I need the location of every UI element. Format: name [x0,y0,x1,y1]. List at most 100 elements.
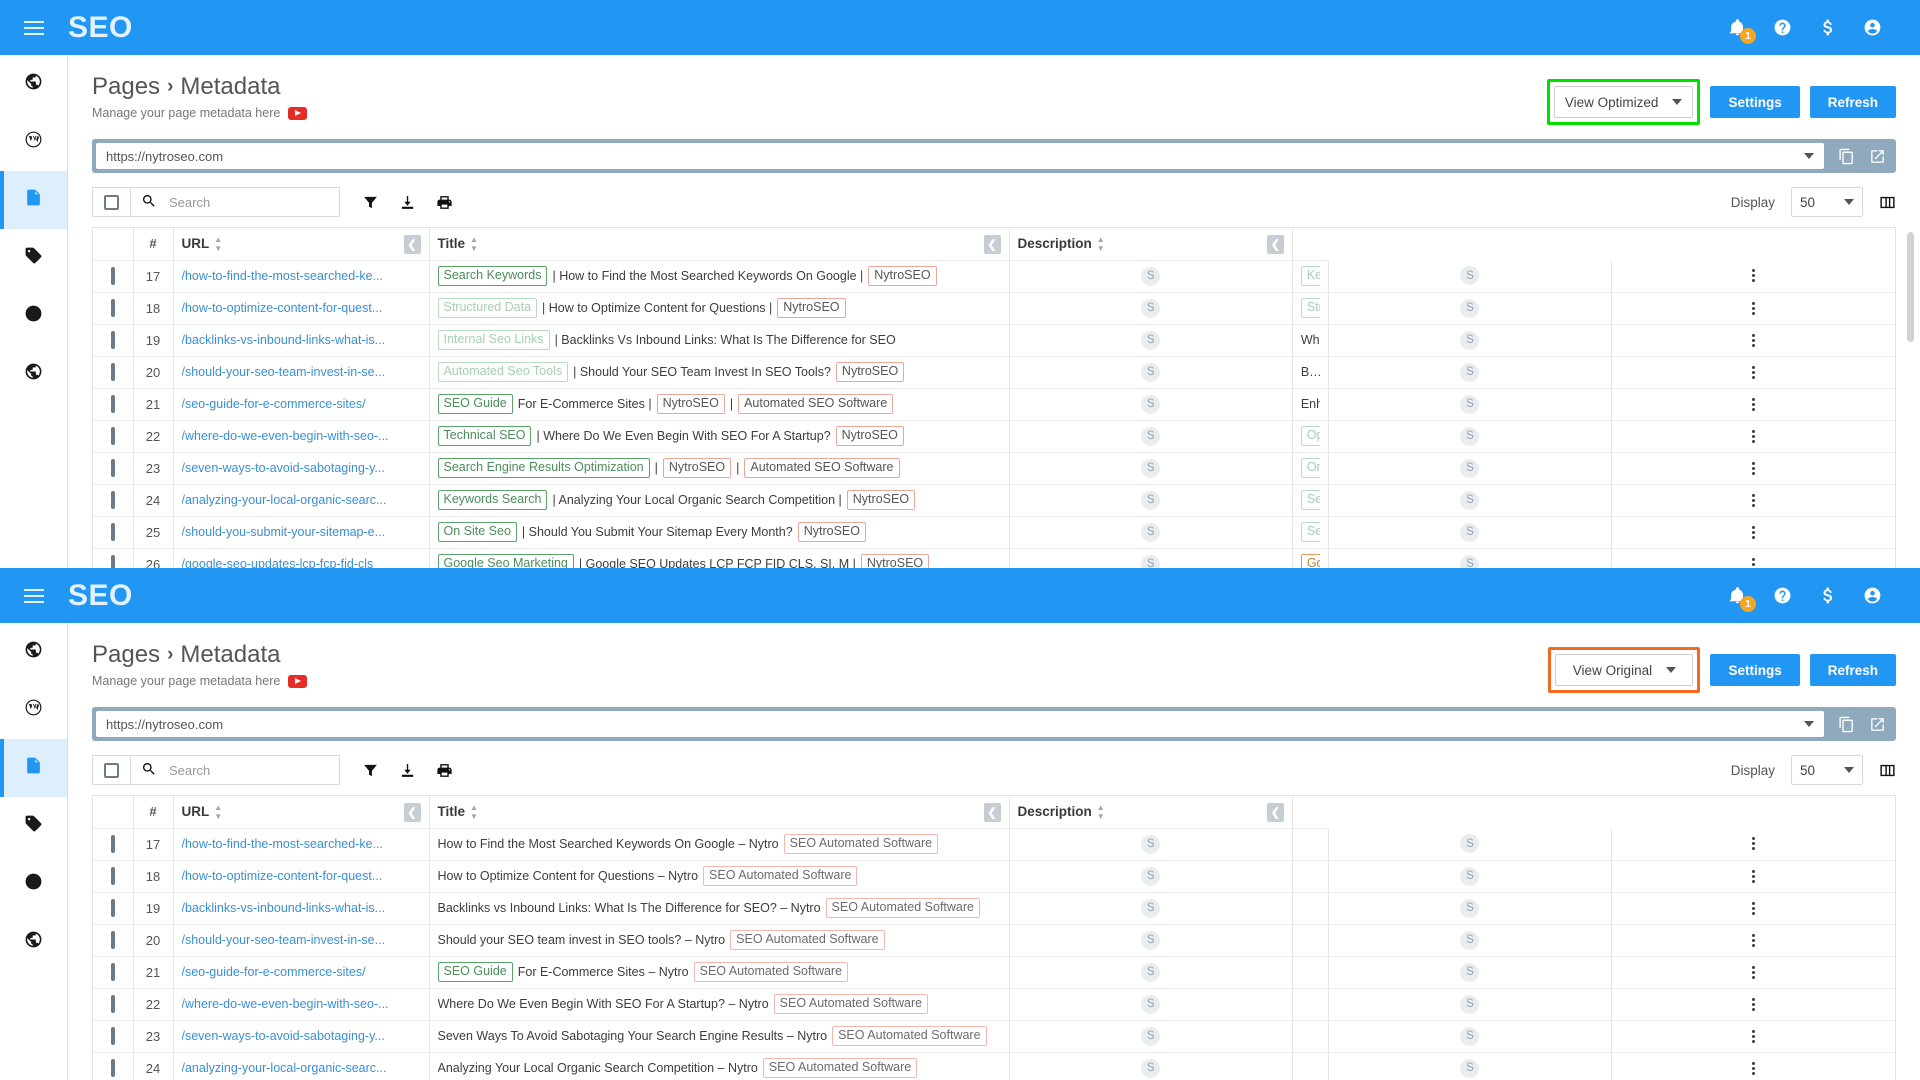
row-checkbox[interactable] [111,491,115,509]
row-description-cell[interactable] [1292,924,1328,956]
print-icon[interactable] [436,762,453,779]
metadata-tag[interactable]: SEO Automated Software [826,898,980,918]
row-description-cell[interactable]: On Page Search| Understand the Importanc… [1292,452,1328,484]
metadata-tag[interactable]: SEO Automated Software [774,994,928,1014]
row-url-cell[interactable]: /backlinks-vs-inbound-links-what-is... [173,892,429,924]
metadata-tag[interactable]: Google Search Engine Optimization [1301,554,1320,568]
metadata-tag[interactable]: SEO Automated Software [832,1026,986,1046]
row-checkbox[interactable] [111,995,115,1013]
row-menu-kebab-icon[interactable] [1612,526,1895,539]
row-actions-cell[interactable] [1612,260,1895,292]
row-title-cell[interactable]: SEO GuideFor E-Commerce Sites – NytroSEO… [429,956,1009,988]
row-select-cell[interactable] [93,924,133,956]
billing-dollar-icon[interactable] [1818,586,1837,605]
row-menu-kebab-icon[interactable] [1612,870,1895,883]
external-link-icon[interactable] [1869,716,1886,733]
collapse-title-column-button[interactable]: ❮ [984,803,1001,822]
row-title-cell[interactable]: Search Engine Results Optimization|Nytro… [429,452,1009,484]
table-row[interactable]: 22/where-do-we-even-begin-with-seo-...Wh… [93,988,1895,1020]
table-search[interactable]: Search [130,187,340,217]
row-title-cell[interactable]: Technical SEO| Where Do We Even Begin Wi… [429,420,1009,452]
row-url-cell[interactable]: /backlinks-vs-inbound-links-what-is... [173,324,429,356]
col-header-description[interactable]: Description▲▼❮ [1009,796,1292,828]
copy-icon[interactable] [1838,716,1855,733]
title-status-cell[interactable]: S [1009,452,1292,484]
metadata-tag[interactable]: Automated Seo Tools [438,362,569,382]
row-url-cell[interactable]: /seo-guide-for-e-commerce-sites/ [173,956,429,988]
row-title-cell[interactable]: Structured Data| How to Optimize Content… [429,292,1009,324]
description-status-cell[interactable]: S [1328,420,1611,452]
refresh-button[interactable]: Refresh [1810,654,1896,686]
col-header-url[interactable]: URL▲▼❮ [173,796,429,828]
row-description-cell[interactable]: What Are Backlinks? Learn About the Impo… [1292,324,1328,356]
row-select-cell[interactable] [93,484,133,516]
row-actions-cell[interactable] [1612,1052,1895,1080]
description-status-cell[interactable]: S [1328,484,1611,516]
help-icon[interactable] [1773,18,1792,37]
row-actions-cell[interactable] [1612,420,1895,452]
table-row[interactable]: 24/analyzing-your-local-organic-searc...… [93,484,1895,516]
url-link[interactable]: /should-you-submit-your-sitemap-e... [182,525,421,539]
row-url-cell[interactable]: /how-to-optimize-content-for-quest... [173,860,429,892]
site-url-select[interactable]: https://nytroseo.com [96,711,1824,737]
notifications-bell-icon[interactable]: 1 [1728,18,1747,37]
row-menu-kebab-icon[interactable] [1612,366,1895,379]
metadata-tag[interactable]: NytroSEO [777,298,845,318]
metadata-tag[interactable]: Structured Data [438,298,538,318]
title-status-cell[interactable]: S [1009,420,1292,452]
sort-arrows-icon[interactable]: ▲▼ [470,804,478,820]
url-link[interactable]: /backlinks-vs-inbound-links-what-is... [182,333,421,347]
row-url-cell[interactable]: /how-to-find-the-most-searched-ke... [173,260,429,292]
print-icon[interactable] [436,194,453,211]
url-link[interactable]: /how-to-optimize-content-for-quest... [182,301,421,315]
table-row[interactable]: 25/should-you-submit-your-sitemap-e...On… [93,516,1895,548]
youtube-play-icon[interactable] [288,107,307,120]
row-actions-cell[interactable] [1612,956,1895,988]
row-description-cell[interactable]: Google Search Engine Optimization| Under… [1292,548,1328,568]
url-link[interactable]: /seven-ways-to-avoid-sabotaging-y... [182,461,421,475]
sidebar-item-globe-top[interactable] [0,623,67,681]
metadata-tag[interactable]: Keywords Search [438,490,548,510]
metadata-tag[interactable]: Technical SEO [438,426,532,446]
row-description-cell[interactable] [1292,892,1328,924]
col-header-description[interactable]: Description▲▼❮ [1009,228,1292,260]
account-icon[interactable] [1863,18,1882,37]
table-row[interactable]: 20/should-your-seo-team-invest-in-se...S… [93,924,1895,956]
title-status-cell[interactable]: S [1009,892,1292,924]
row-checkbox[interactable] [111,331,115,349]
row-actions-cell[interactable] [1612,988,1895,1020]
metadata-tag[interactable]: NytroSEO [861,554,929,568]
row-url-cell[interactable]: /analyzing-your-local-organic-searc... [173,1052,429,1080]
description-status-cell[interactable]: S [1328,988,1611,1020]
title-status-cell[interactable]: S [1009,388,1292,420]
metadata-tag[interactable]: Search Engine Results Optimization [438,458,650,478]
row-description-cell[interactable]: Before You Purchase These Essential Tool… [1292,356,1328,388]
metadata-tag[interactable]: SEO Guide [438,962,513,982]
row-description-cell[interactable] [1292,988,1328,1020]
refresh-button[interactable]: Refresh [1810,86,1896,118]
row-select-cell[interactable] [93,860,133,892]
col-header-index[interactable]: # [133,228,173,260]
row-select-cell[interactable] [93,956,133,988]
row-select-cell[interactable] [93,516,133,548]
row-description-cell[interactable]: Optimize Your Seo| 1. Set Up Your Local … [1292,420,1328,452]
row-description-cell[interactable] [1292,860,1328,892]
url-link[interactable]: /how-to-optimize-content-for-quest... [182,869,421,883]
row-checkbox[interactable] [111,267,115,285]
metadata-tag[interactable]: Keyword In Article [1301,266,1320,286]
row-url-cell[interactable]: /seven-ways-to-avoid-sabotaging-y... [173,452,429,484]
sort-arrows-icon[interactable]: ▲▼ [214,236,222,252]
row-menu-kebab-icon[interactable] [1612,934,1895,947]
row-select-cell[interactable] [93,828,133,860]
row-description-cell[interactable]: Enhance Your E-commerce Visibility with … [1292,388,1328,420]
select-all-checkbox[interactable] [104,763,119,778]
row-checkbox[interactable] [111,299,115,317]
sidebar-item-pages[interactable] [0,739,67,797]
metadata-tag[interactable]: NytroSEO [836,362,904,382]
sidebar-item-pages[interactable] [0,171,67,229]
notifications-bell-icon[interactable]: 1 [1728,586,1747,605]
table-row[interactable]: 18/how-to-optimize-content-for-quest...H… [93,860,1895,892]
row-title-cell[interactable]: How to Find the Most Searched Keywords O… [429,828,1009,860]
row-checkbox[interactable] [111,427,115,445]
row-title-cell[interactable]: Should your SEO team invest in SEO tools… [429,924,1009,956]
